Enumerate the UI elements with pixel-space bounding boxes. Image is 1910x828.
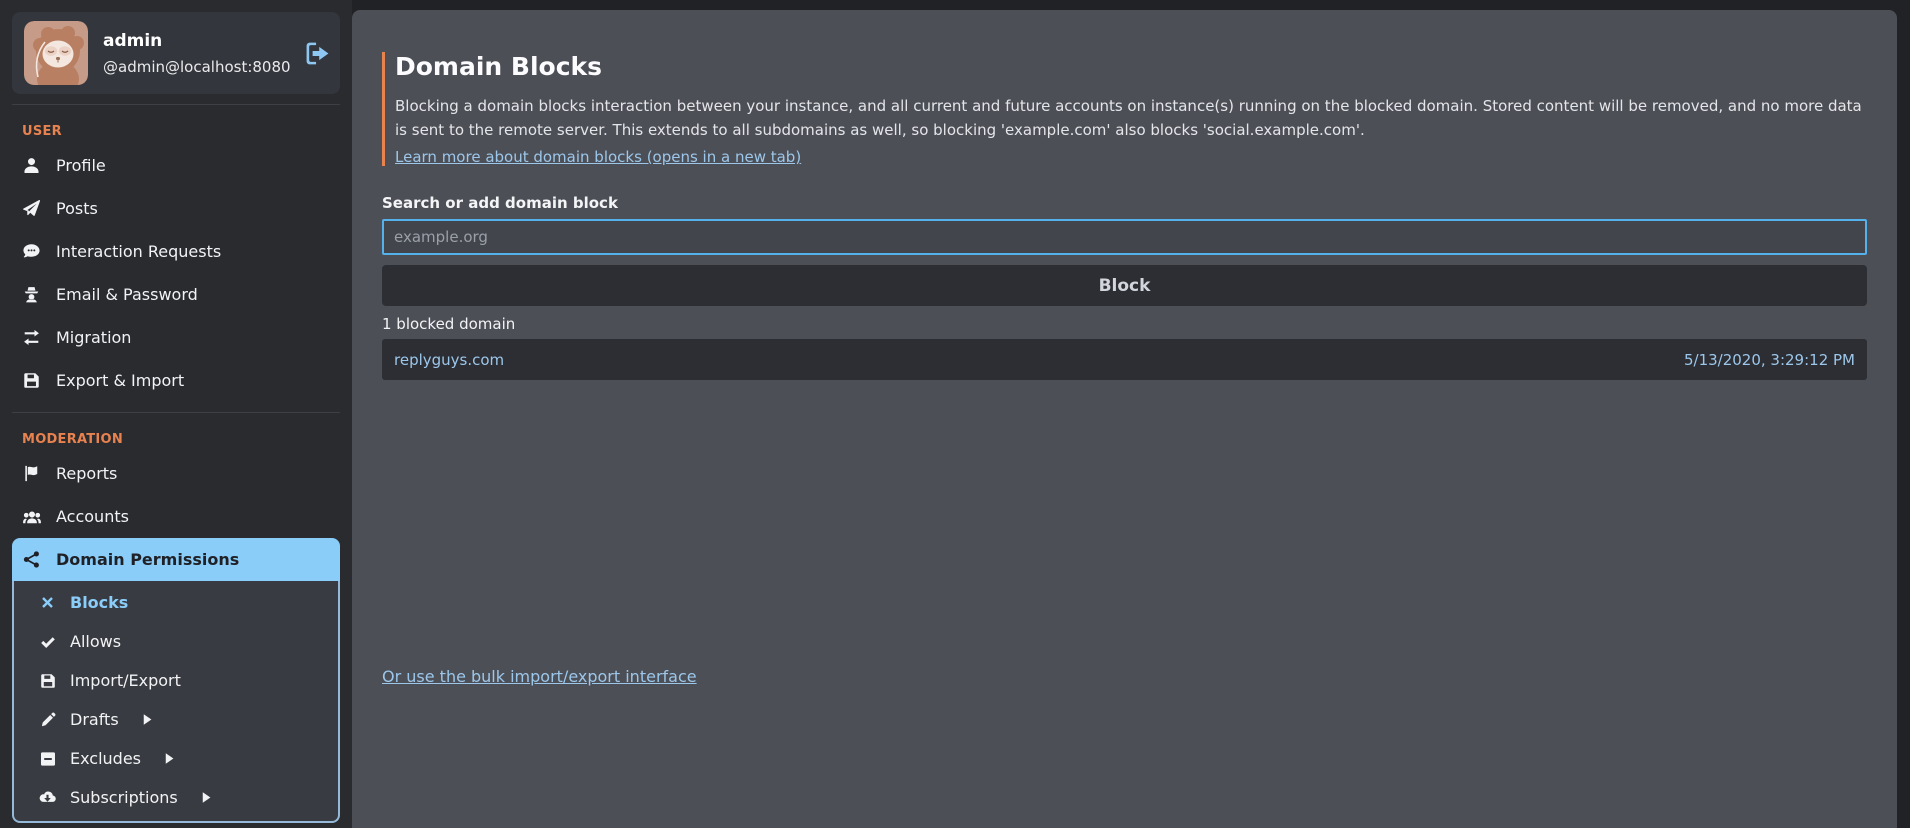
submenu-item-excludes[interactable]: Excludes [14,739,338,778]
section-label-user: USER [12,115,340,144]
pencil-icon [38,712,57,728]
submenu-item-label: Allows [70,632,121,651]
minus-square-icon [38,751,57,767]
sidebar-item-label: Profile [56,156,106,175]
user-secret-icon [22,286,41,303]
search-label: Search or add domain block [382,194,1867,212]
sidebar-item-reports[interactable]: Reports [12,452,340,495]
domain-search-input[interactable] [382,219,1867,255]
page-title: Domain Blocks [395,52,1867,81]
submenu-item-label: Blocks [70,593,128,612]
sidebar-item-profile[interactable]: Profile [12,144,340,187]
users-icon [22,508,41,526]
sidebar-item-label: Migration [56,328,131,347]
blocked-domain-row[interactable]: replyguys.com 5/13/2020, 3:29:12 PM [382,339,1867,380]
sidebar-item-interaction-requests[interactable]: Interaction Requests [12,230,340,273]
blocked-count: 1 blocked domain [382,315,1867,333]
check-icon [38,634,57,650]
user-handle: @admin@localhost:8080 [103,58,291,76]
submenu-item-label: Import/Export [70,671,181,690]
x-icon [38,595,57,610]
user-icon [22,157,41,174]
learn-more-link[interactable]: Learn more about domain blocks (opens in… [395,148,801,166]
submenu-item-blocks[interactable]: Blocks [14,583,338,622]
sidebar-item-label: Domain Permissions [56,550,239,569]
submenu-item-label: Excludes [70,749,141,768]
divider [12,104,340,105]
sidebar-item-email-password[interactable]: Email & Password [12,273,340,316]
submenu-item-subscriptions[interactable]: Subscriptions [14,778,338,817]
submenu-item-label: Drafts [70,710,119,729]
sidebar-item-label: Accounts [56,507,129,526]
submenu-item-allows[interactable]: Allows [14,622,338,661]
floppy-disk-icon [38,673,57,689]
user-card: admin @admin@localhost:8080 [12,12,340,94]
bulk-import-export-link[interactable]: Or use the bulk import/export interface [382,667,697,686]
caret-right-icon [163,752,176,765]
block-button[interactable]: Block [382,265,1867,306]
divider [12,412,340,413]
sidebar-item-label: Email & Password [56,285,198,304]
sloth-avatar [24,21,88,85]
sidebar-item-label: Reports [56,464,117,483]
caret-right-icon [200,791,213,804]
paper-plane-icon [22,200,41,217]
sidebar-item-accounts[interactable]: Accounts [12,495,340,538]
main-panel: Domain Blocks Blocking a domain blocks i… [352,10,1897,828]
domain-permissions-submenu: Blocks Allows Import/Export Drafts [12,581,340,823]
sidebar-item-export-import[interactable]: Export & Import [12,359,340,402]
sidebar: admin @admin@localhost:8080 USER Profile… [0,0,352,828]
share-nodes-icon [22,551,41,568]
floppy-disk-icon [22,372,41,389]
sidebar-item-domain-permissions[interactable]: Domain Permissions [12,538,340,581]
sign-out-icon[interactable] [306,42,329,65]
user-name: admin [103,31,291,51]
submenu-item-drafts[interactable]: Drafts [14,700,338,739]
sidebar-item-migration[interactable]: Migration [12,316,340,359]
sidebar-item-label: Posts [56,199,98,218]
cloud-download-icon [38,789,57,806]
blocked-domain-name[interactable]: replyguys.com [394,351,504,369]
user-text: admin @admin@localhost:8080 [103,31,291,76]
page-header: Domain Blocks Blocking a domain blocks i… [382,52,1867,166]
submenu-item-import-export[interactable]: Import/Export [14,661,338,700]
sidebar-item-posts[interactable]: Posts [12,187,340,230]
section-label-moderation: MODERATION [12,423,340,452]
flag-icon [22,465,41,482]
sidebar-item-label: Interaction Requests [56,242,221,261]
exchange-arrows-icon [22,329,41,346]
page-description: Blocking a domain blocks interaction bet… [395,94,1867,142]
comment-dots-icon [22,243,41,260]
submenu-item-label: Subscriptions [70,788,178,807]
blocked-domain-date: 5/13/2020, 3:29:12 PM [1684,351,1855,369]
sidebar-item-label: Export & Import [56,371,184,390]
caret-right-icon [141,713,154,726]
